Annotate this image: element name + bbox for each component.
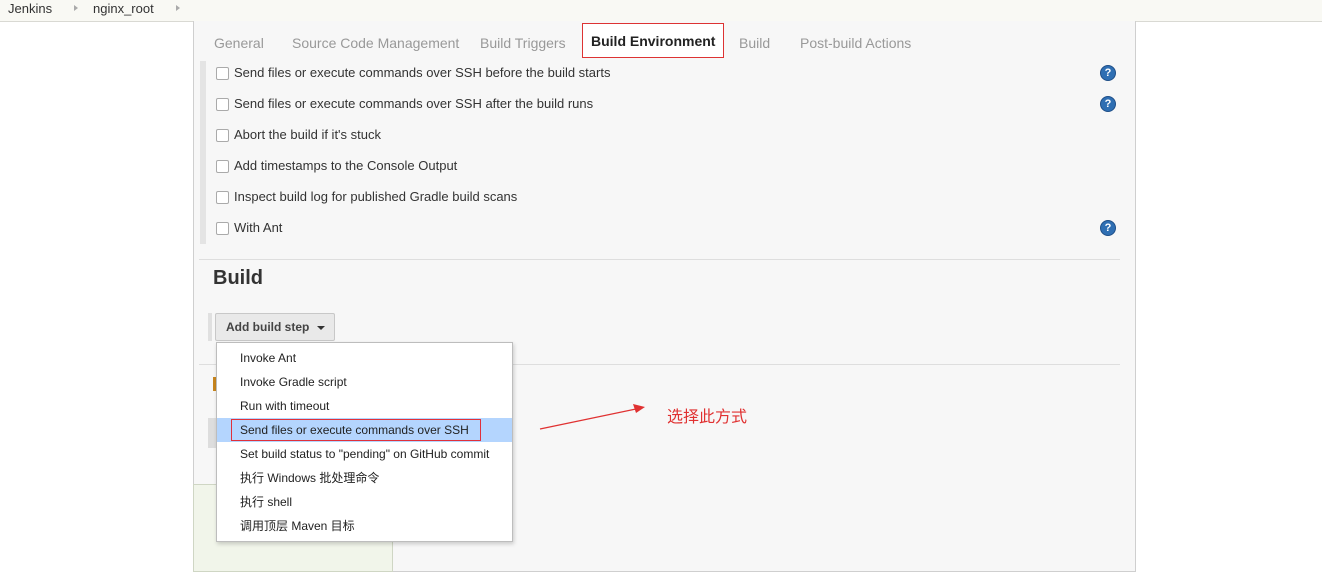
tab-build[interactable]: Build <box>739 35 770 51</box>
menu-item-invoke-ant[interactable]: Invoke Ant <box>217 346 512 370</box>
gradle-build-scans-checkbox[interactable] <box>216 191 229 204</box>
config-tabs: General Source Code Management Build Tri… <box>193 21 1136 61</box>
abort-if-stuck-checkbox[interactable] <box>216 129 229 142</box>
question-mark-icon[interactable]: ? <box>1100 220 1116 236</box>
menu-item-label: Send files or execute commands over SSH <box>231 419 481 441</box>
menu-item-run-with-timeout[interactable]: Run with timeout <box>217 394 512 418</box>
caret-down-icon <box>317 326 325 330</box>
annotation-label: 选择此方式 <box>667 409 748 426</box>
chevron-right-icon[interactable] <box>176 5 180 11</box>
question-mark-icon[interactable]: ? <box>1100 65 1116 81</box>
menu-item-invoke-gradle[interactable]: Invoke Gradle script <box>217 370 512 394</box>
ssh-after-build-checkbox[interactable] <box>216 98 229 111</box>
menu-item-windows-batch[interactable]: 执行 Windows 批处理命令 <box>217 466 512 490</box>
option-label: Send files or execute commands over SSH … <box>234 96 594 111</box>
post-build-indent-bar <box>208 418 216 448</box>
step-indent-bar <box>208 313 212 341</box>
breadcrumb: Jenkins nginx_root <box>0 0 1322 22</box>
add-timestamps-checkbox[interactable] <box>216 160 229 173</box>
tab-general[interactable]: General <box>214 35 264 51</box>
tab-source-code-management[interactable]: Source Code Management <box>292 35 459 51</box>
section-indent-bar <box>200 61 206 244</box>
option-label: Abort the build if it's stuck <box>234 127 381 142</box>
section-divider <box>199 259 1120 260</box>
breadcrumb-nginx-root[interactable]: nginx_root <box>93 1 154 16</box>
question-mark-icon[interactable]: ? <box>1100 96 1116 112</box>
tab-post-build-actions[interactable]: Post-build Actions <box>800 35 911 51</box>
chevron-right-icon <box>74 5 78 11</box>
option-label: Inspect build log for published Gradle b… <box>234 189 518 204</box>
breadcrumb-jenkins[interactable]: Jenkins <box>8 1 52 16</box>
option-label: With Ant <box>234 220 283 235</box>
with-ant-checkbox[interactable] <box>216 222 229 235</box>
ssh-before-build-checkbox[interactable] <box>216 67 229 80</box>
option-label: Send files or execute commands over SSH … <box>234 65 611 80</box>
build-step-menu: Invoke Ant Invoke Gradle script Run with… <box>216 342 513 542</box>
menu-item-execute-shell[interactable]: 执行 shell <box>217 490 512 514</box>
build-section-heading: Build <box>213 267 263 289</box>
tab-build-triggers[interactable]: Build Triggers <box>480 35 566 51</box>
add-build-step-label: Add build step <box>226 320 310 334</box>
menu-item-github-pending-status[interactable]: Set build status to "pending" on GitHub … <box>217 442 512 466</box>
tab-build-environment[interactable]: Build Environment <box>582 23 725 58</box>
menu-item-invoke-maven[interactable]: 调用顶层 Maven 目标 <box>217 514 512 538</box>
menu-item-send-files-ssh[interactable]: Send files or execute commands over SSH <box>217 418 512 442</box>
add-build-step-button[interactable]: Add build step <box>215 313 335 341</box>
option-label: Add timestamps to the Console Output <box>234 158 458 173</box>
annotation-arrow-icon <box>539 404 645 430</box>
